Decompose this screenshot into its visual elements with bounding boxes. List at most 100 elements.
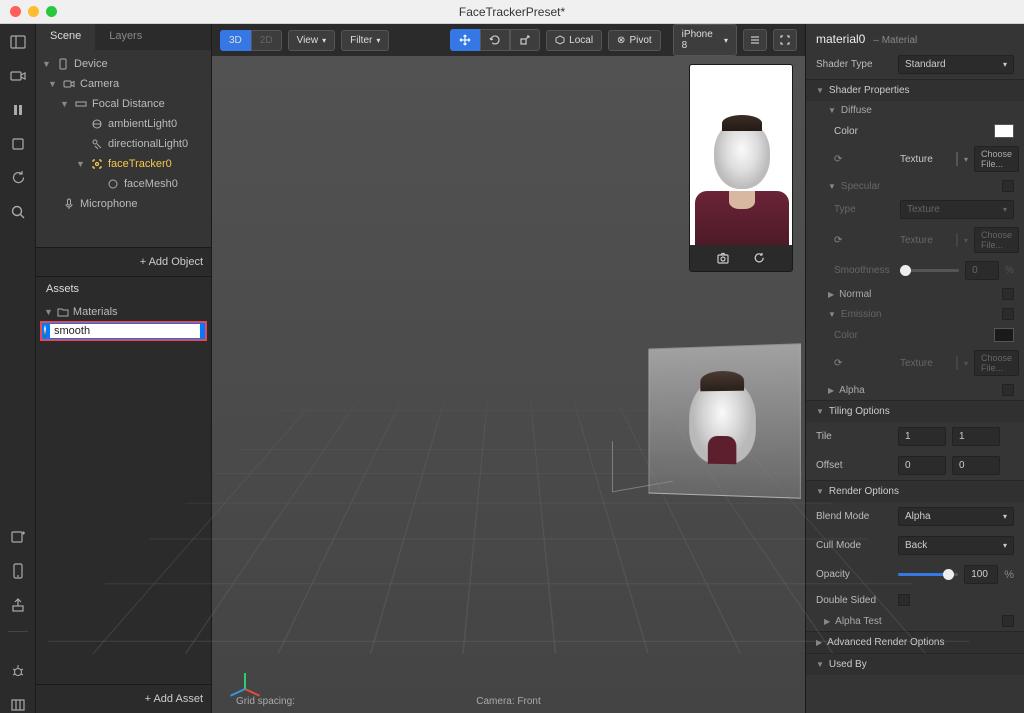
section-shader-properties[interactable]: ▼Shader Properties [806, 79, 1024, 101]
diffuse-color-label: Color [834, 126, 894, 137]
mode-2d-button[interactable]: 2D [251, 30, 282, 51]
close-window-button[interactable] [10, 6, 21, 17]
preview-expand-icon[interactable] [773, 29, 797, 51]
section-tiling[interactable]: ▼Tiling Options [806, 400, 1024, 422]
opacity-value[interactable]: 100 [964, 565, 998, 584]
sub-diffuse[interactable]: ▼Diffuse [806, 101, 1024, 120]
device-selector[interactable]: iPhone 8▾ [673, 24, 737, 56]
tab-layers[interactable]: Layers [95, 24, 156, 50]
material-sphere-icon [44, 325, 46, 337]
tree-focal[interactable]: ▼Focal Distance [36, 94, 211, 114]
tree-camera-label: Camera [80, 78, 119, 90]
sub-alpha[interactable]: ▶Alpha [806, 380, 1024, 400]
diffuse-tex-swatch[interactable] [956, 152, 958, 166]
sub-emission[interactable]: ▼Emission [806, 304, 1024, 324]
emission-color-swatch [994, 328, 1014, 342]
phone-icon[interactable] [10, 563, 26, 579]
tree-facetracker-label: faceTracker0 [108, 158, 172, 170]
emission-toggle[interactable] [1002, 308, 1014, 320]
titlebar: FaceTrackerPreset* [0, 0, 1024, 24]
axis-gizmo [230, 661, 260, 691]
assets-panel: ▼Materials [36, 301, 211, 494]
tree-microphone[interactable]: Microphone [36, 194, 211, 214]
scene-tree: ▼Device ▼Camera ▼Focal Distance ambientL… [36, 50, 211, 247]
smoothness-label: Smoothness [834, 265, 894, 276]
zoom-window-button[interactable] [46, 6, 57, 17]
offset-x-input[interactable] [898, 456, 946, 475]
smoothness-value: 0 [965, 261, 999, 280]
tree-directional-label: directionalLight0 [108, 138, 188, 150]
tree-directional[interactable]: directionalLight0 [36, 134, 211, 154]
add-panel-icon[interactable] [10, 529, 26, 545]
add-object-button[interactable]: + Add Object [36, 247, 211, 276]
inspector-title: material0 [816, 32, 865, 46]
sub-normal[interactable]: ▶Normal [806, 284, 1024, 304]
normal-toggle[interactable] [1002, 288, 1014, 300]
spec-type-label: Type [834, 204, 894, 215]
emission-tex-swatch [956, 356, 958, 370]
mode-3d-button[interactable]: 3D [220, 30, 251, 51]
minimize-window-button[interactable] [28, 6, 39, 17]
pivot-toggle[interactable]: ⊗Pivot [608, 30, 661, 51]
layout-icon[interactable] [10, 34, 26, 50]
pause-icon[interactable] [10, 102, 26, 118]
assets-folder-label: Materials [73, 306, 118, 318]
shirt-preview [708, 435, 737, 463]
bug-icon[interactable] [10, 663, 26, 679]
scale-tool-button[interactable] [510, 29, 540, 51]
sub-specular[interactable]: ▼Specular [806, 176, 1024, 196]
columns-icon[interactable] [10, 697, 26, 713]
tree-device[interactable]: ▼Device [36, 54, 211, 74]
blend-mode-select[interactable]: Alpha▾ [898, 507, 1014, 526]
tree-device-label: Device [74, 58, 108, 70]
asset-rename-input[interactable] [50, 324, 200, 338]
tree-facemesh-label: faceMesh0 [124, 178, 178, 190]
section-render[interactable]: ▼Render Options [806, 480, 1024, 502]
cull-mode-select[interactable]: Back▾ [898, 536, 1014, 555]
camera-label: Camera: Front [476, 696, 540, 707]
reset-icon[interactable] [752, 251, 766, 265]
emission-choose-button: Choose File... [974, 350, 1019, 376]
asset-item-material[interactable] [40, 321, 207, 341]
window-title: FaceTrackerPreset* [459, 5, 565, 19]
search-icon[interactable] [10, 204, 26, 220]
box-icon[interactable] [10, 136, 26, 152]
tile-label: Tile [816, 431, 892, 442]
shader-type-label: Shader Type [816, 59, 892, 70]
device-preview [689, 64, 793, 272]
diffuse-color-swatch[interactable] [994, 124, 1014, 138]
assets-folder-materials[interactable]: ▼Materials [36, 303, 211, 321]
tree-ambient[interactable]: ambientLight0 [36, 114, 211, 134]
specular-toggle[interactable] [1002, 180, 1014, 192]
refresh-icon[interactable] [10, 170, 26, 186]
opacity-slider[interactable] [898, 573, 958, 576]
view-dropdown[interactable]: View▾ [288, 30, 336, 51]
preview-menu-icon[interactable] [743, 29, 767, 51]
left-rail [0, 24, 36, 713]
tab-scene[interactable]: Scene [36, 24, 95, 50]
tree-focal-label: Focal Distance [92, 98, 165, 110]
diffuse-choose-button[interactable]: Choose File... [974, 146, 1019, 172]
shader-type-select[interactable]: Standard▾ [898, 55, 1014, 74]
face-plane [649, 343, 801, 498]
tree-camera[interactable]: ▼Camera [36, 74, 211, 94]
section-used-by[interactable]: ▼Used By [806, 653, 1024, 675]
tile-x-input[interactable] [898, 427, 946, 446]
emission-tex-label: Texture [900, 358, 950, 369]
alpha-test-toggle[interactable] [1002, 615, 1014, 627]
capture-icon[interactable] [716, 251, 730, 265]
camera-icon[interactable] [10, 68, 26, 84]
filter-dropdown[interactable]: Filter▾ [341, 30, 389, 51]
tree-facemesh[interactable]: faceMesh0 [36, 174, 211, 194]
move-tool-button[interactable] [450, 29, 480, 51]
tile-y-input[interactable] [952, 427, 1000, 446]
local-toggle[interactable]: Local [546, 30, 602, 51]
tree-facetracker[interactable]: ▼faceTracker0 [36, 154, 211, 174]
offset-y-input[interactable] [952, 456, 1000, 475]
tree-ambient-label: ambientLight0 [108, 118, 177, 130]
alpha-toggle[interactable] [1002, 384, 1014, 396]
export-icon[interactable] [10, 597, 26, 613]
rotate-tool-button[interactable] [480, 29, 510, 51]
assets-header: Assets [36, 276, 211, 301]
add-asset-button[interactable]: + Add Asset [36, 684, 211, 713]
